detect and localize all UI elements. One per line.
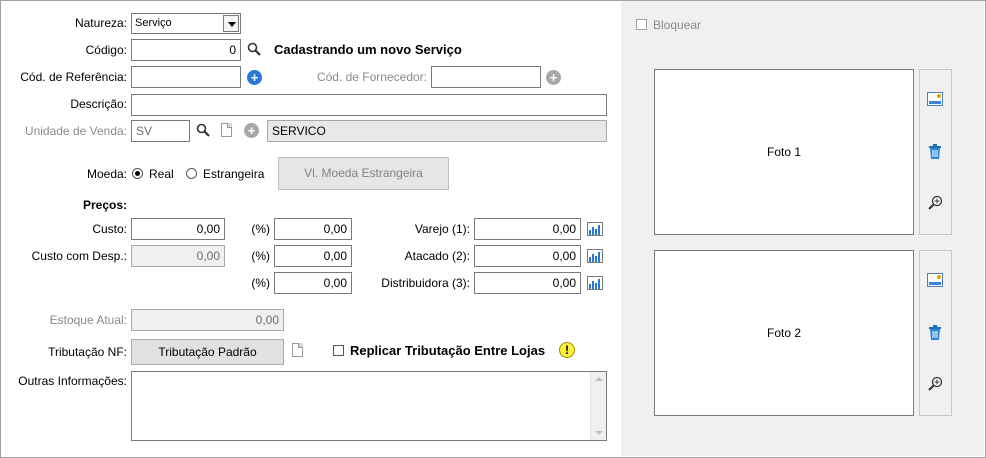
- photo-2-toolbar: [919, 250, 952, 416]
- custo-label: Custo:: [92, 222, 127, 236]
- distribuidora-input[interactable]: 0,00: [474, 272, 581, 294]
- descricao-input[interactable]: [131, 94, 607, 116]
- warning-icon[interactable]: !: [559, 342, 575, 358]
- varejo-input[interactable]: 0,00: [474, 218, 581, 240]
- outras-informacoes-label: Outras Informações:: [18, 374, 127, 388]
- codigo-input[interactable]: 0: [131, 39, 241, 61]
- search-icon[interactable]: [247, 42, 261, 56]
- natureza-value: Serviço: [135, 17, 172, 29]
- add-fornecedor-icon[interactable]: +: [546, 70, 561, 85]
- document-icon[interactable]: [292, 343, 303, 357]
- percent-label-1: (%): [251, 222, 270, 236]
- unidade-venda-code-input[interactable]: SV: [131, 120, 190, 142]
- price-chart-icon[interactable]: [587, 222, 603, 236]
- codigo-label: Código:: [85, 43, 127, 57]
- replicar-tributacao-label: Replicar Tributação Entre Lojas: [350, 343, 546, 358]
- image-icon[interactable]: [927, 92, 943, 106]
- zoom-in-icon[interactable]: [928, 195, 943, 210]
- descricao-label: Descrição:: [70, 97, 127, 111]
- cod-fornecedor-label: Cód. de Fornecedor:: [316, 70, 427, 84]
- cod-fornecedor-input[interactable]: [431, 66, 541, 88]
- atacado-input[interactable]: 0,00: [474, 245, 581, 267]
- photo-1-toolbar: [919, 69, 952, 235]
- moeda-real-label: Real: [149, 167, 174, 181]
- custo-desp-input: 0,00: [131, 245, 225, 267]
- document-icon[interactable]: [221, 123, 232, 137]
- scroll-up-icon[interactable]: [595, 377, 603, 381]
- image-icon[interactable]: [927, 273, 943, 287]
- cod-referencia-label: Cód. de Referência:: [20, 70, 127, 84]
- precos-title: Preços:: [82, 198, 127, 212]
- outras-informacoes-textarea[interactable]: [131, 371, 607, 441]
- moeda-estrangeira-label: Estrangeira: [203, 167, 265, 181]
- custo-desp-label: Custo com Desp.:: [31, 249, 127, 263]
- cod-referencia-input[interactable]: [131, 66, 241, 88]
- trash-icon[interactable]: [928, 144, 942, 159]
- add-referencia-icon[interactable]: +: [247, 70, 262, 85]
- photo-1-box[interactable]: Foto 1: [654, 69, 914, 235]
- percent-input-2[interactable]: 0,00: [274, 245, 352, 267]
- chevron-down-icon[interactable]: [223, 15, 239, 32]
- tributacao-label: Tributação NF:: [48, 345, 127, 359]
- unidade-venda-label: Unidade de Venda:: [24, 124, 127, 138]
- atacado-label: Atacado (2):: [404, 249, 470, 263]
- trash-icon[interactable]: [928, 325, 942, 340]
- textarea-scrollbar[interactable]: [590, 372, 606, 440]
- tributacao-padrao-button[interactable]: Tributação Padrão: [131, 339, 284, 365]
- estoque-label: Estoque Atual:: [49, 313, 127, 327]
- codigo-status: Cadastrando um novo Serviço: [274, 42, 462, 57]
- replicar-tributacao-checkbox[interactable]: [333, 345, 344, 356]
- price-chart-icon[interactable]: [587, 276, 603, 290]
- percent-label-3: (%): [251, 276, 270, 290]
- moeda-real-radio[interactable]: [132, 168, 143, 179]
- natureza-select[interactable]: Serviço: [131, 13, 241, 34]
- percent-label-2: (%): [251, 249, 270, 263]
- varejo-label: Varejo (1):: [414, 222, 470, 236]
- price-chart-icon[interactable]: [587, 249, 603, 263]
- moeda-estrangeira-radio[interactable]: [186, 168, 197, 179]
- bloquear-label: Bloquear: [653, 18, 702, 32]
- scroll-down-icon[interactable]: [595, 431, 603, 435]
- unidade-venda-description: SERVICO: [267, 120, 607, 142]
- moeda-label: Moeda:: [86, 167, 127, 181]
- add-unidade-icon[interactable]: +: [244, 123, 259, 138]
- photo-1-label: Foto 1: [766, 145, 802, 159]
- zoom-in-icon[interactable]: [928, 376, 943, 391]
- search-unidade-icon[interactable]: [196, 123, 210, 137]
- photo-2-label: Foto 2: [766, 326, 802, 340]
- custo-input[interactable]: 0,00: [131, 218, 225, 240]
- percent-input-1[interactable]: 0,00: [274, 218, 352, 240]
- bloquear-checkbox[interactable]: [636, 19, 647, 30]
- estoque-input: 0,00: [131, 309, 284, 331]
- distribuidora-label: Distribuidora (3):: [381, 276, 470, 290]
- photo-2-box[interactable]: Foto 2: [654, 250, 914, 416]
- natureza-label: Natureza:: [74, 16, 127, 30]
- vl-moeda-estrangeira-button[interactable]: Vl. Moeda Estrangeira: [278, 157, 449, 190]
- percent-input-3[interactable]: 0,00: [274, 272, 352, 294]
